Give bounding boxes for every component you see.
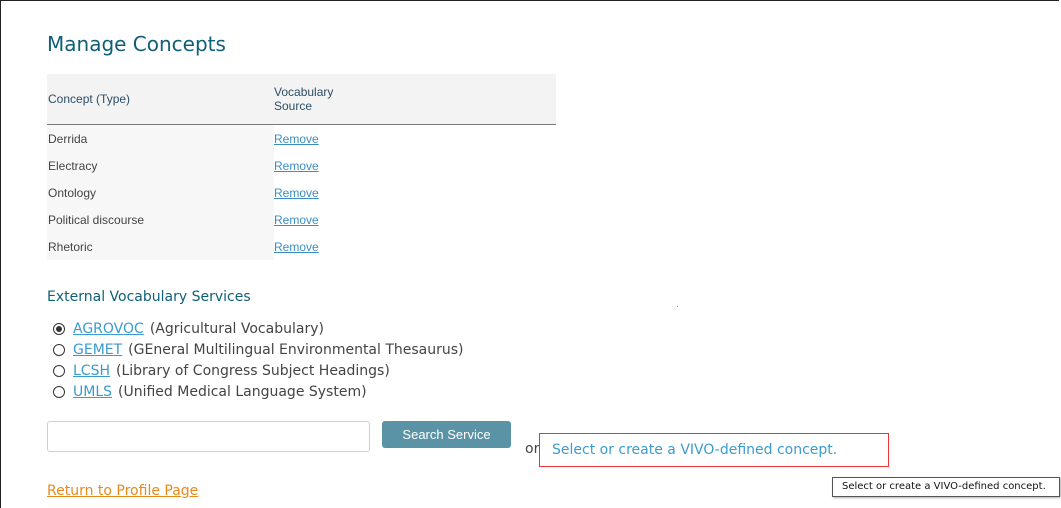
tooltip: Select or create a VIVO-defined concept.: [832, 477, 1060, 497]
vocab-link-agrovoc[interactable]: AGROVOC: [73, 319, 144, 339]
vocab-link-umls[interactable]: UMLS: [73, 382, 112, 402]
return-to-profile-link[interactable]: Return to Profile Page: [47, 483, 198, 499]
external-vocabulary-title: External Vocabulary Services: [47, 289, 251, 305]
concept-name: Rhetoric: [47, 233, 274, 260]
vocab-desc-gemet: (GEneral Multilingual Environmental Thes…: [128, 341, 464, 358]
vocab-desc-agrovoc: (Agricultural Vocabulary): [149, 320, 324, 337]
table-row: Rhetoric Remove: [47, 233, 556, 260]
vocabulary-service-gemet: GEMET (GEneral Multilingual Environmenta…: [53, 339, 464, 360]
concept-name: Ontology: [47, 179, 274, 206]
remove-link[interactable]: Remove: [274, 132, 319, 146]
vocabulary-service-agrovoc: AGROVOC (Agricultural Vocabulary): [53, 318, 464, 339]
table-row: Derrida Remove: [47, 124, 556, 152]
remove-link[interactable]: Remove: [274, 213, 319, 227]
stray-dot: [677, 306, 678, 307]
header-concept-type: Concept (Type): [47, 74, 274, 125]
remove-link[interactable]: Remove: [274, 159, 319, 173]
vocab-desc-lcsh: (Library of Congress Subject Headings): [116, 362, 390, 379]
header-vocabulary-source: Vocabulary Source: [274, 74, 334, 125]
header-spacer: [334, 74, 556, 125]
radio-umls[interactable]: [53, 385, 65, 398]
table-row: Ontology Remove: [47, 179, 556, 206]
search-service-button[interactable]: Search Service: [382, 421, 511, 448]
vocabulary-service-umls: UMLS (Unified Medical Language System): [53, 381, 464, 402]
remove-link[interactable]: Remove: [274, 240, 319, 254]
vocabulary-service-list: AGROVOC (Agricultural Vocabulary) GEMET …: [53, 318, 464, 402]
vivo-concept-link[interactable]: Select or create a VIVO-defined concept.: [539, 433, 889, 467]
vocab-link-lcsh[interactable]: LCSH: [73, 361, 110, 381]
concept-name: Electracy: [47, 152, 274, 179]
table-row: Political discourse Remove: [47, 206, 556, 233]
concepts-table: Concept (Type) Vocabulary Source Derrida…: [47, 74, 556, 260]
radio-agrovoc[interactable]: [53, 322, 65, 335]
vocab-desc-umls: (Unified Medical Language System): [118, 383, 367, 400]
remove-link[interactable]: Remove: [274, 186, 319, 200]
page-title: Manage Concepts: [47, 32, 226, 56]
search-input[interactable]: [47, 421, 370, 452]
vocabulary-service-lcsh: LCSH (Library of Congress Subject Headin…: [53, 360, 464, 381]
or-label: or: [525, 441, 540, 457]
vocab-link-gemet[interactable]: GEMET: [73, 340, 122, 360]
radio-gemet[interactable]: [53, 343, 65, 356]
concept-name: Political discourse: [47, 206, 274, 233]
table-header-row: Concept (Type) Vocabulary Source: [47, 74, 556, 125]
concept-name: Derrida: [47, 124, 274, 152]
radio-lcsh[interactable]: [53, 364, 65, 377]
table-row: Electracy Remove: [47, 152, 556, 179]
